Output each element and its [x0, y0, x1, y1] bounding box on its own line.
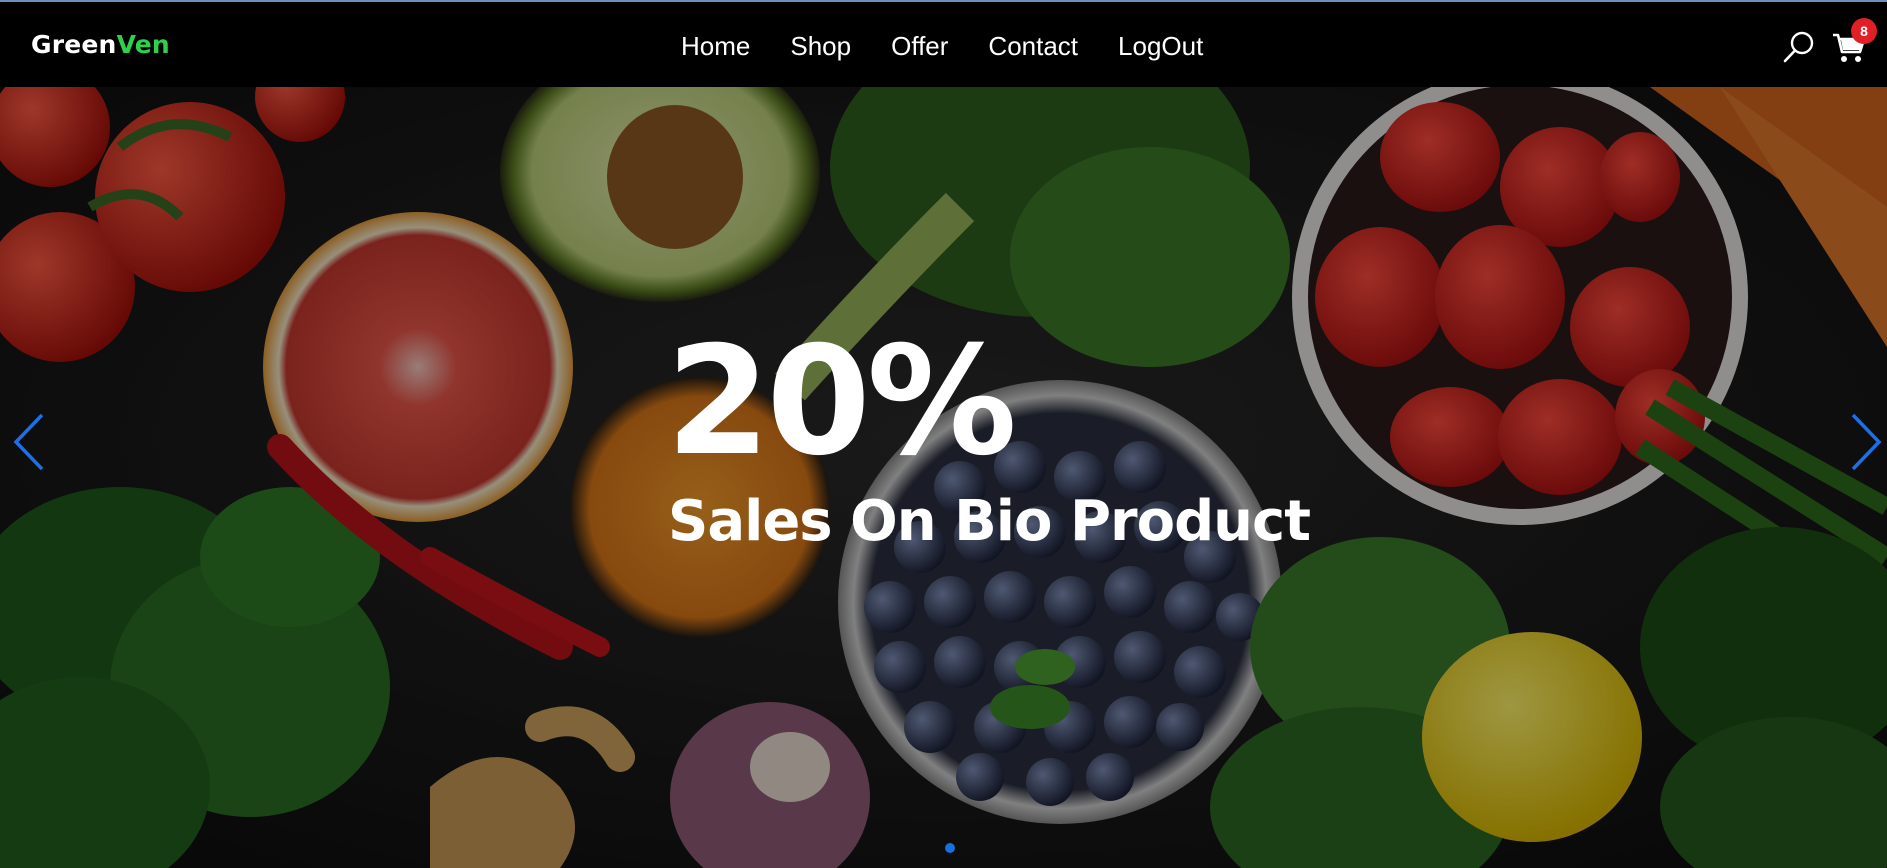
main-nav: Home Shop Offer Contact LogOut — [681, 29, 1203, 63]
nav-shop[interactable]: Shop — [790, 29, 851, 63]
nav-home[interactable]: Home — [681, 29, 750, 63]
brand-logo[interactable]: GreenVen — [31, 30, 170, 59]
carousel-next-icon[interactable] — [1845, 407, 1885, 477]
nav-offer[interactable]: Offer — [891, 29, 948, 63]
carousel-prev-icon[interactable] — [10, 407, 50, 477]
nav-contact[interactable]: Contact — [988, 29, 1078, 63]
hero-headline: 20% — [666, 315, 1017, 489]
hero-subline: Sales On Bio Product — [668, 489, 1311, 554]
carousel-dot-active[interactable] — [945, 843, 955, 853]
brand-logo-part2: Ven — [116, 30, 170, 59]
brand-logo-part1: Green — [31, 30, 117, 59]
site-header: GreenVen Home Shop Offer Contact LogOut … — [0, 2, 1887, 87]
search-icon[interactable] — [1783, 30, 1815, 64]
cart-count-badge: 8 — [1851, 18, 1877, 44]
hero-carousel: 20% Sales On Bio Product — [0, 87, 1887, 868]
nav-logout[interactable]: LogOut — [1118, 29, 1203, 63]
